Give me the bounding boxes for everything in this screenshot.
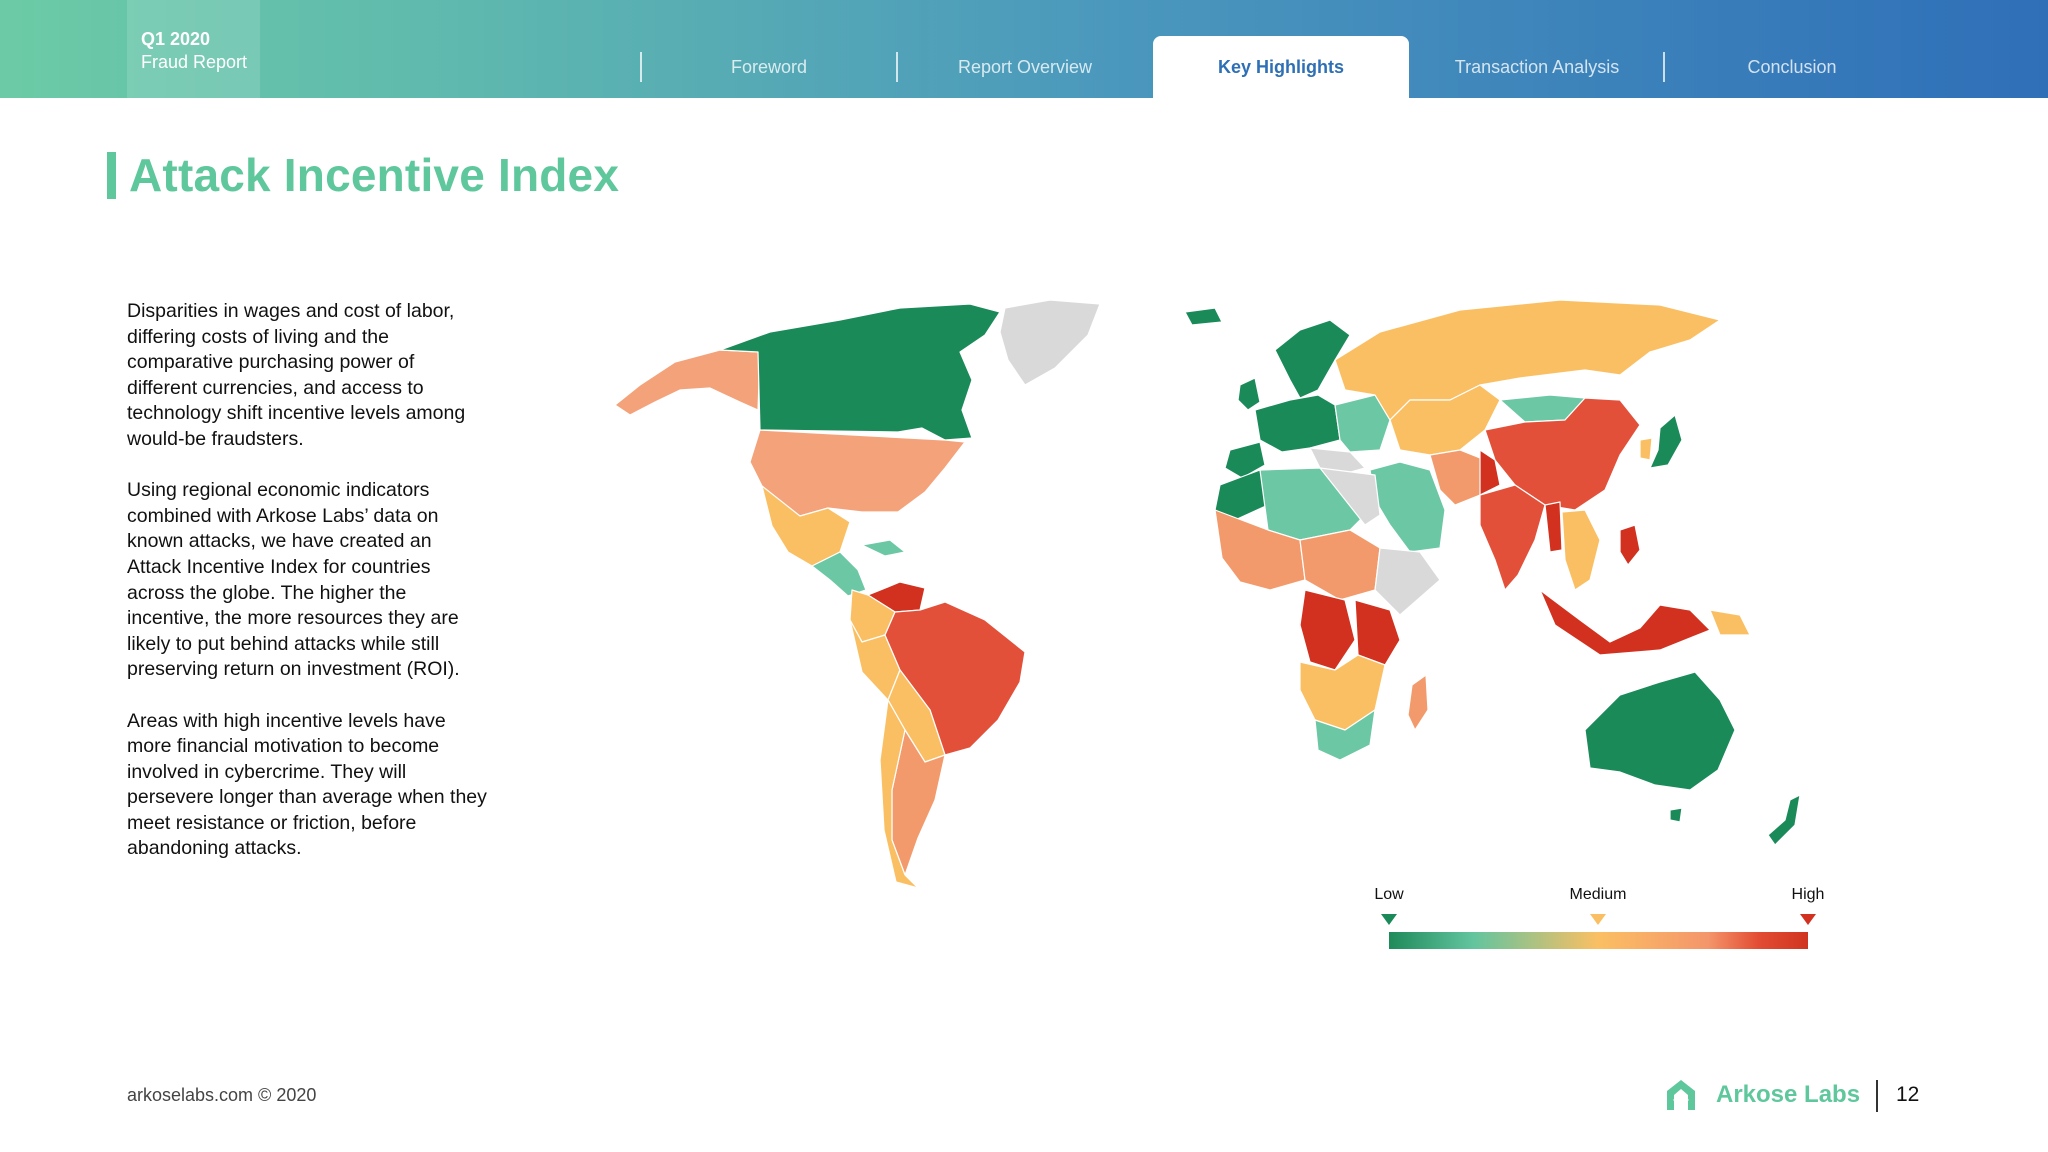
title-accent-bar [107, 152, 116, 199]
page-title: Attack Incentive Index [129, 149, 620, 201]
region-australia[interactable] [1584, 671, 1736, 791]
paragraph: Disparities in wages and cost of labor, … [127, 300, 466, 450]
legend-marker-low-icon [1381, 914, 1397, 925]
legend-gradient-bar [1389, 932, 1808, 949]
slide: Q1 2020 Fraud Report Foreword Report Ove… [0, 0, 2048, 1152]
legend-label-high: High [1791, 886, 1825, 903]
tab-conclusion[interactable]: Conclusion [1664, 36, 1920, 98]
body-text: Disparities in wages and cost of labor, … [127, 299, 487, 888]
footer-separator [1876, 1080, 1878, 1112]
paragraph: Using regional economic indicators combi… [127, 479, 460, 681]
region-philippines[interactable] [1619, 524, 1641, 566]
report-period: Q1 2020 [141, 29, 211, 49]
tab-key-highlights[interactable]: Key Highlights [1153, 36, 1409, 98]
tab-report-overview[interactable]: Report Overview [897, 36, 1153, 98]
region-horn-of-africa[interactable] [1374, 547, 1441, 616]
legend-marker-high-icon [1800, 914, 1816, 925]
region-western-europe[interactable] [1254, 394, 1341, 453]
region-middle-east[interactable] [1369, 461, 1446, 553]
page-number: 12 [1896, 1083, 1920, 1106]
region-myanmar[interactable] [1544, 501, 1563, 553]
legend-label-medium: Medium [1569, 886, 1627, 903]
region-greenland[interactable] [999, 299, 1101, 386]
region-new-zealand[interactable] [1767, 794, 1801, 846]
region-india[interactable] [1479, 484, 1546, 591]
region-japan[interactable] [1649, 414, 1683, 469]
region-congo[interactable] [1299, 589, 1356, 671]
region-korea[interactable] [1639, 437, 1653, 461]
region-central-africa[interactable] [1299, 529, 1381, 601]
arkose-logo-icon [1667, 1080, 1695, 1110]
report-name: Fraud Report [141, 52, 248, 72]
paragraph: Areas with high incentive levels have mo… [127, 709, 487, 860]
region-iceland[interactable] [1184, 307, 1223, 326]
legend-label-low: Low [1374, 886, 1404, 903]
legend-marker-medium-icon [1590, 914, 1606, 925]
region-papua-new-guinea[interactable] [1709, 609, 1751, 636]
region-southeast-asia[interactable] [1561, 509, 1601, 591]
company-logo-text: Arkose Labs [1716, 1081, 1861, 1108]
region-east-africa[interactable] [1354, 599, 1401, 666]
region-alaska[interactable] [614, 349, 761, 416]
region-caribbean[interactable] [861, 539, 906, 557]
report-badge[interactable]: Q1 2020 Fraud Report [127, 0, 260, 98]
header-bar: Q1 2020 Fraud Report Foreword Report Ove… [0, 0, 2048, 98]
world-map [614, 299, 1801, 889]
region-canada[interactable] [719, 303, 1001, 441]
region-tasmania[interactable] [1669, 807, 1683, 823]
footer-copyright[interactable]: arkoselabs.com © 2020 [127, 1085, 316, 1106]
tab-transaction-analysis[interactable]: Transaction Analysis [1409, 36, 1665, 98]
region-uk[interactable] [1237, 377, 1261, 411]
tab-foreword[interactable]: Foreword [641, 36, 897, 98]
region-indonesia[interactable] [1539, 589, 1711, 656]
region-madagascar[interactable] [1407, 674, 1429, 731]
